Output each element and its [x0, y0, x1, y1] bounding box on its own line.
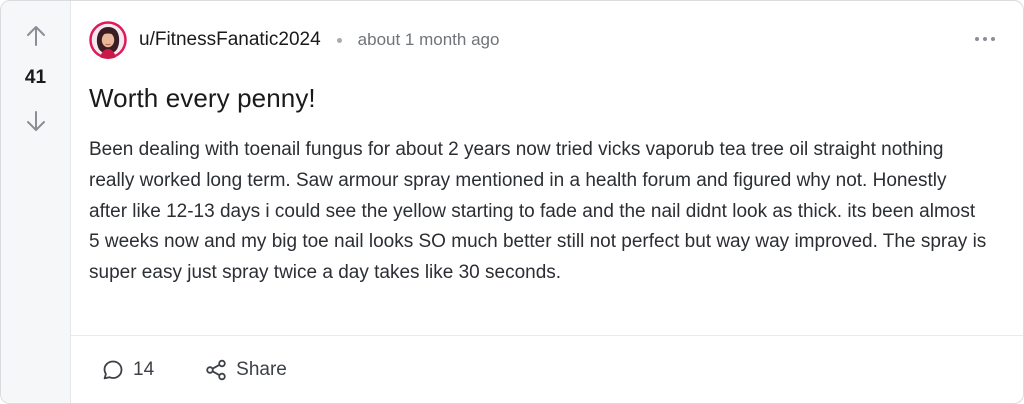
- post-timestamp: about 1 month ago: [357, 30, 500, 49]
- comments-button[interactable]: 14: [101, 358, 154, 382]
- avatar-image: [89, 21, 127, 59]
- post-actions: 14 Share: [101, 353, 287, 387]
- share-label: Share: [236, 359, 287, 380]
- downvote-button[interactable]: [23, 108, 49, 134]
- post-title: Worth every penny!: [89, 83, 316, 113]
- comment-count: 14: [133, 359, 155, 380]
- share-button[interactable]: Share: [204, 358, 287, 382]
- vote-rail: 41: [1, 1, 71, 403]
- user-avatar[interactable]: [89, 21, 127, 59]
- post-body: Been dealing with toenail fungus for abo…: [89, 139, 987, 284]
- arrow-up-icon: [27, 26, 45, 46]
- more-options-button[interactable]: [973, 29, 997, 49]
- more-horizontal-icon: [975, 37, 995, 41]
- separator-dot: [336, 37, 342, 43]
- arrow-down-icon: [27, 111, 45, 131]
- share-icon: [206, 359, 226, 381]
- post-content: u/FitnessFanatic2024 about 1 month ago W…: [71, 1, 1023, 403]
- post-card: 41 u/FitnessFanatic2024 about 1 month ag…: [0, 0, 1024, 404]
- vote-count: 41: [24, 67, 47, 88]
- actions-divider: [71, 335, 1023, 336]
- post-author[interactable]: u/FitnessFanatic2024: [139, 29, 321, 51]
- post-header: u/FitnessFanatic2024 about 1 month ago: [89, 21, 499, 59]
- comment-icon: [103, 360, 123, 380]
- upvote-button[interactable]: [23, 23, 49, 49]
